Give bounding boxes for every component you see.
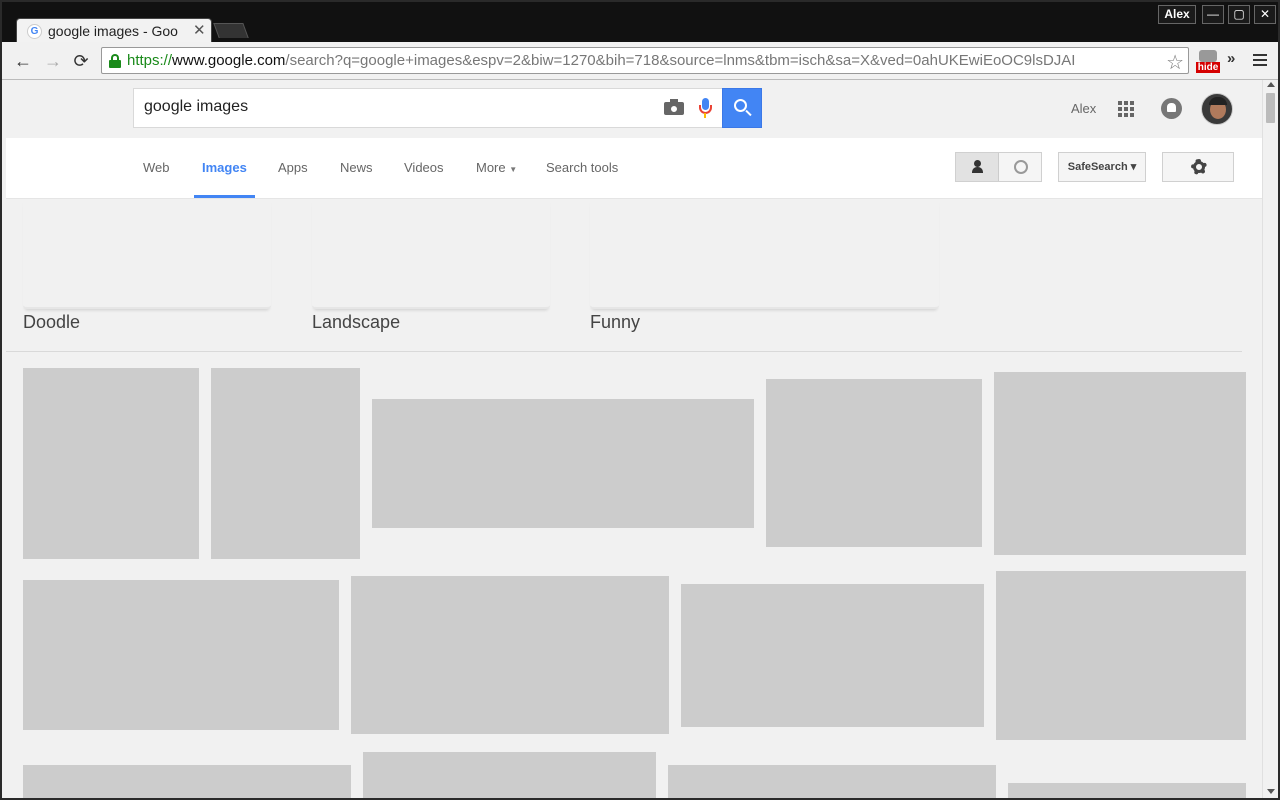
topic-label-doodle[interactable]: Doodle	[23, 312, 80, 333]
url-path: /search?q=google+images&espv=2&biw=1270&…	[285, 52, 1076, 69]
personal-results-button[interactable]	[956, 153, 999, 181]
image-result-thumbnail[interactable]	[1008, 783, 1246, 798]
topic-label-funny[interactable]: Funny	[590, 312, 640, 333]
address-bar[interactable]: https://www.google.com/search?q=google+i…	[101, 47, 1189, 74]
image-result-thumbnail[interactable]	[996, 571, 1246, 740]
profile-button[interactable]: Alex	[1158, 5, 1196, 24]
tab-search-tools[interactable]: Search tools	[546, 160, 618, 175]
image-result-thumbnail[interactable]	[681, 584, 984, 727]
camera-icon[interactable]	[664, 99, 684, 115]
tab-apps[interactable]: Apps	[278, 160, 308, 175]
close-window-button[interactable]: ✕	[1254, 5, 1276, 24]
tab-more-label: More	[476, 160, 506, 175]
search-button[interactable]	[722, 88, 762, 128]
title-bar: G google images - Goo ✕ Alex — ▢ ✕	[2, 2, 1278, 44]
search-tabs-bar: Web Images Apps News Videos More ▼ Searc…	[6, 138, 1262, 199]
settings-button[interactable]	[1162, 152, 1234, 182]
active-tab-indicator	[194, 195, 255, 198]
tab-more[interactable]: More ▼	[476, 160, 517, 175]
related-topics: Doodle Landscape Funny	[6, 199, 1262, 351]
avatar[interactable]	[1201, 93, 1233, 125]
tab-close-icon[interactable]: ✕	[193, 21, 206, 39]
topic-card-doodle[interactable]	[23, 199, 271, 309]
gear-icon	[1190, 158, 1208, 176]
image-result-thumbnail[interactable]	[211, 368, 360, 559]
notifications-bell-icon[interactable]	[1161, 98, 1182, 119]
reload-button[interactable]: ⟳	[70, 50, 92, 72]
tab-images[interactable]: Images	[202, 160, 247, 175]
topic-label-landscape[interactable]: Landscape	[312, 312, 400, 333]
new-tab-button[interactable]	[213, 23, 249, 38]
extension-icon[interactable]: hide	[1196, 50, 1220, 74]
scroll-down-arrow-icon[interactable]	[1267, 789, 1275, 794]
safesearch-button[interactable]: SafeSearch ▾	[1058, 152, 1146, 182]
scroll-up-arrow-icon[interactable]	[1267, 82, 1275, 87]
image-result-thumbnail[interactable]	[351, 576, 669, 734]
microphone-icon[interactable]	[698, 98, 712, 120]
browser-window: G google images - Goo ✕ Alex — ▢ ✕ ← → ⟳…	[0, 0, 1280, 800]
minimize-button[interactable]: —	[1202, 5, 1224, 24]
safesearch-label: SafeSearch	[1067, 161, 1128, 173]
maximize-button[interactable]: ▢	[1228, 5, 1250, 24]
url-text[interactable]: https://www.google.com/search?q=google+i…	[127, 52, 1167, 69]
image-result-thumbnail[interactable]	[994, 372, 1246, 555]
back-button[interactable]: ←	[12, 50, 34, 72]
extension-badge: hide	[1196, 62, 1220, 73]
image-result-thumbnail[interactable]	[363, 752, 656, 798]
forward-button[interactable]: →	[42, 50, 64, 72]
chevron-down-icon: ▾	[1130, 161, 1137, 173]
apps-grid-icon[interactable]	[1118, 101, 1134, 117]
topic-card-funny[interactable]	[590, 199, 939, 309]
page-scrollbar[interactable]	[1262, 80, 1278, 798]
person-icon	[972, 160, 983, 173]
image-result-thumbnail[interactable]	[766, 379, 982, 547]
url-domain: www.google.com	[172, 52, 286, 69]
url-scheme: https://	[127, 52, 173, 69]
search-input[interactable]: google images	[133, 88, 723, 128]
lock-icon	[109, 54, 121, 68]
tab-videos[interactable]: Videos	[404, 160, 444, 175]
image-result-thumbnail[interactable]	[23, 368, 199, 559]
image-result-thumbnail[interactable]	[668, 765, 996, 798]
user-name-link[interactable]: Alex	[1071, 101, 1096, 116]
browser-tab[interactable]: G google images - Goo ✕	[16, 18, 212, 44]
results-scope-toggle	[955, 152, 1042, 182]
search-query: google images	[144, 98, 249, 115]
tab-web[interactable]: Web	[143, 160, 170, 175]
chevron-down-icon: ▼	[509, 165, 518, 174]
divider	[6, 351, 1242, 352]
extensions-overflow-icon[interactable]: »	[1227, 50, 1235, 67]
topic-card-landscape[interactable]	[312, 199, 550, 309]
globe-icon[interactable]	[1014, 160, 1028, 174]
tab-title: google images - Goo	[48, 23, 178, 39]
image-result-thumbnail[interactable]	[23, 580, 339, 730]
image-result-thumbnail[interactable]	[372, 399, 754, 528]
scrollbar-thumb[interactable]	[1266, 93, 1275, 123]
image-result-thumbnail[interactable]	[23, 765, 351, 798]
google-favicon-icon: G	[27, 24, 42, 39]
browser-menu-icon[interactable]	[1253, 54, 1267, 66]
tab-news[interactable]: News	[340, 160, 373, 175]
browser-toolbar: ← → ⟳ https://www.google.com/search?q=go…	[2, 42, 1278, 80]
google-header: google images Alex	[6, 80, 1262, 138]
page-viewport: google images Alex Web Images Apps News …	[2, 80, 1278, 798]
bookmark-star-icon[interactable]: ☆	[1166, 50, 1184, 75]
